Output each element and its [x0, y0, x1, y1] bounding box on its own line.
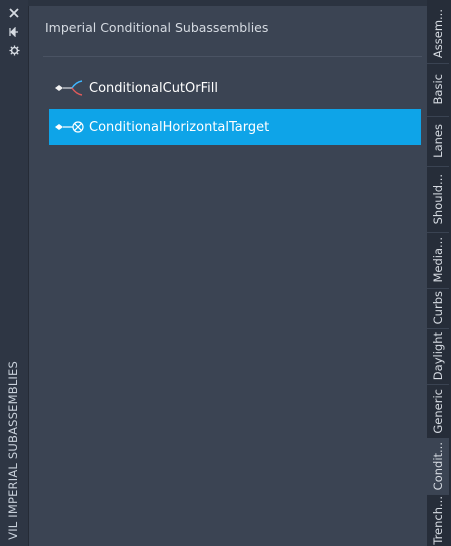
tab-label: Trench... [431, 495, 445, 545]
tool-palette-panel: Imperial Conditional Subassemblies Condi… [28, 6, 428, 546]
tab-label: Lanes [431, 124, 445, 158]
tool-item-conditional-cut-or-fill[interactable]: ConditionalCutOrFill [49, 70, 421, 106]
tool-item-label: ConditionalHorizontalTarget [89, 119, 270, 135]
tab-shoulders[interactable]: Should... [427, 166, 449, 233]
tab-assemblies[interactable]: Assem... [427, 5, 449, 64]
close-icon[interactable] [6, 6, 22, 20]
settings-icon[interactable] [6, 43, 22, 57]
palette-title: VIL IMPERIAL SUBASSEMBLIES [3, 240, 23, 540]
tab-label: Media... [431, 237, 445, 283]
collapse-icon[interactable] [6, 25, 22, 39]
horizontal-target-icon [51, 117, 87, 137]
cut-fill-branch-icon [51, 78, 87, 98]
tab-label: Basic [431, 74, 445, 105]
tab-trench[interactable]: Trench... [427, 494, 449, 546]
tab-label: Generic [431, 388, 445, 434]
palette-title-text: VIL IMPERIAL SUBASSEMBLIES [6, 361, 20, 540]
tab-label: Assem... [431, 9, 445, 59]
tool-item-conditional-horizontal-target[interactable]: ConditionalHorizontalTarget [49, 109, 421, 145]
tab-label: Condit... [431, 441, 445, 491]
tab-label: Should... [431, 173, 445, 225]
tab-conditional[interactable]: Condit... [427, 438, 449, 495]
tab-generic[interactable]: Generic [427, 384, 449, 439]
panel-title: Imperial Conditional Subassemblies [45, 20, 269, 35]
palette-tabs: Assem... Basic Lanes Should... Media... … [427, 0, 451, 546]
palette-title-strip: VIL IMPERIAL SUBASSEMBLIES [0, 0, 28, 546]
tab-lanes[interactable]: Lanes [427, 116, 449, 167]
tab-curbs[interactable]: Curbs [427, 288, 449, 329]
tab-label: Curbs [431, 291, 445, 325]
panel-divider [43, 56, 422, 57]
tab-label: Daylight [431, 331, 445, 381]
tab-daylight[interactable]: Daylight [427, 328, 449, 385]
tool-item-label: ConditionalCutOrFill [89, 80, 218, 96]
tab-basic[interactable]: Basic [427, 63, 449, 117]
tab-medians[interactable]: Media... [427, 232, 449, 289]
